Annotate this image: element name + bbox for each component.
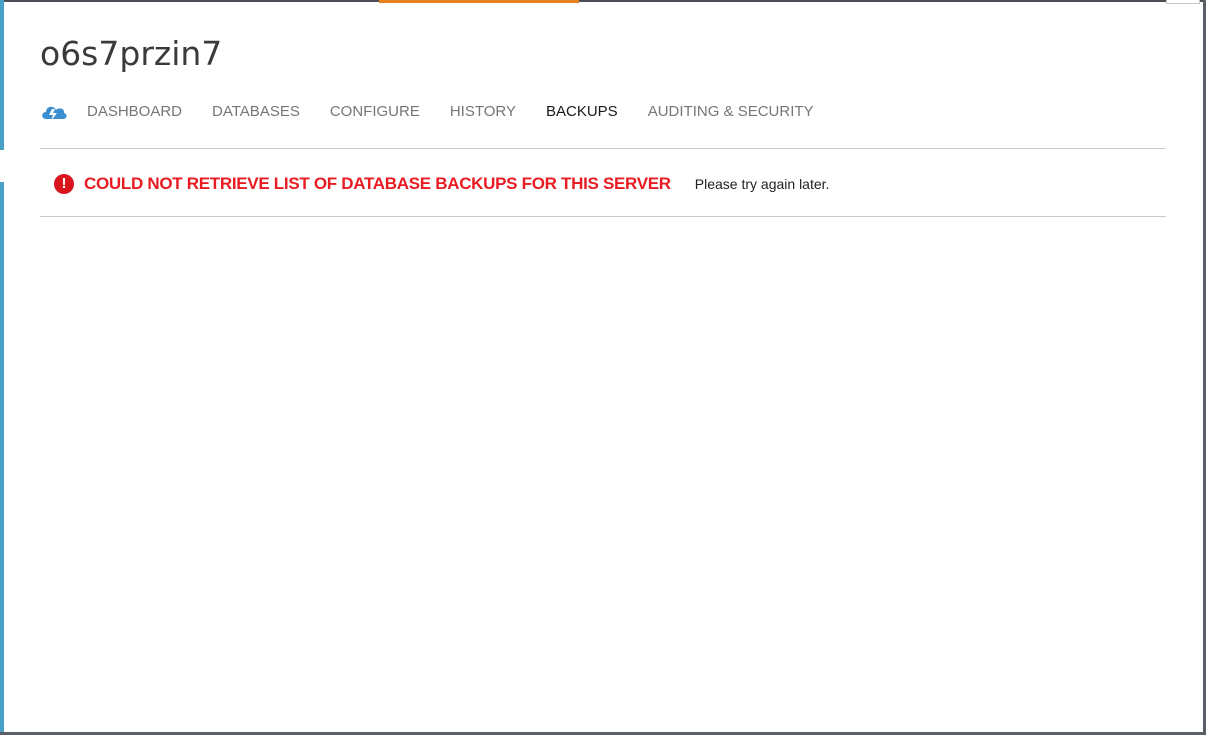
page-title: o6s7przin7 xyxy=(40,34,223,73)
left-accent-bar xyxy=(0,0,4,150)
portal-window: o6s7przin7 DASHBOARD DATABASES CONFIGURE… xyxy=(0,0,1206,735)
tab-backups[interactable]: BACKUPS xyxy=(546,98,618,126)
error-message: ! COULD NOT RETRIEVE LIST OF DATABASE BA… xyxy=(54,170,829,198)
divider-top xyxy=(40,148,1166,149)
tab-dashboard[interactable]: DASHBOARD xyxy=(87,98,182,126)
left-accent-bar-lower xyxy=(0,182,4,735)
active-section-indicator xyxy=(379,0,579,3)
sql-database-cloud-icon xyxy=(40,101,68,123)
error-exclamation-icon: ! xyxy=(54,174,74,194)
window-corner-handle xyxy=(1166,0,1200,4)
error-detail: Please try again later. xyxy=(694,176,830,192)
tab-auditing-security[interactable]: AUDITING & SECURITY xyxy=(648,98,814,126)
window-top-border xyxy=(0,0,1206,2)
tab-bar: DASHBOARD DATABASES CONFIGURE HISTORY BA… xyxy=(40,98,844,126)
divider-bottom xyxy=(40,216,1166,217)
error-title: COULD NOT RETRIEVE LIST OF DATABASE BACK… xyxy=(84,174,671,193)
tab-history[interactable]: HISTORY xyxy=(450,98,516,126)
tab-configure[interactable]: CONFIGURE xyxy=(330,98,420,126)
tab-databases[interactable]: DATABASES xyxy=(212,98,300,126)
